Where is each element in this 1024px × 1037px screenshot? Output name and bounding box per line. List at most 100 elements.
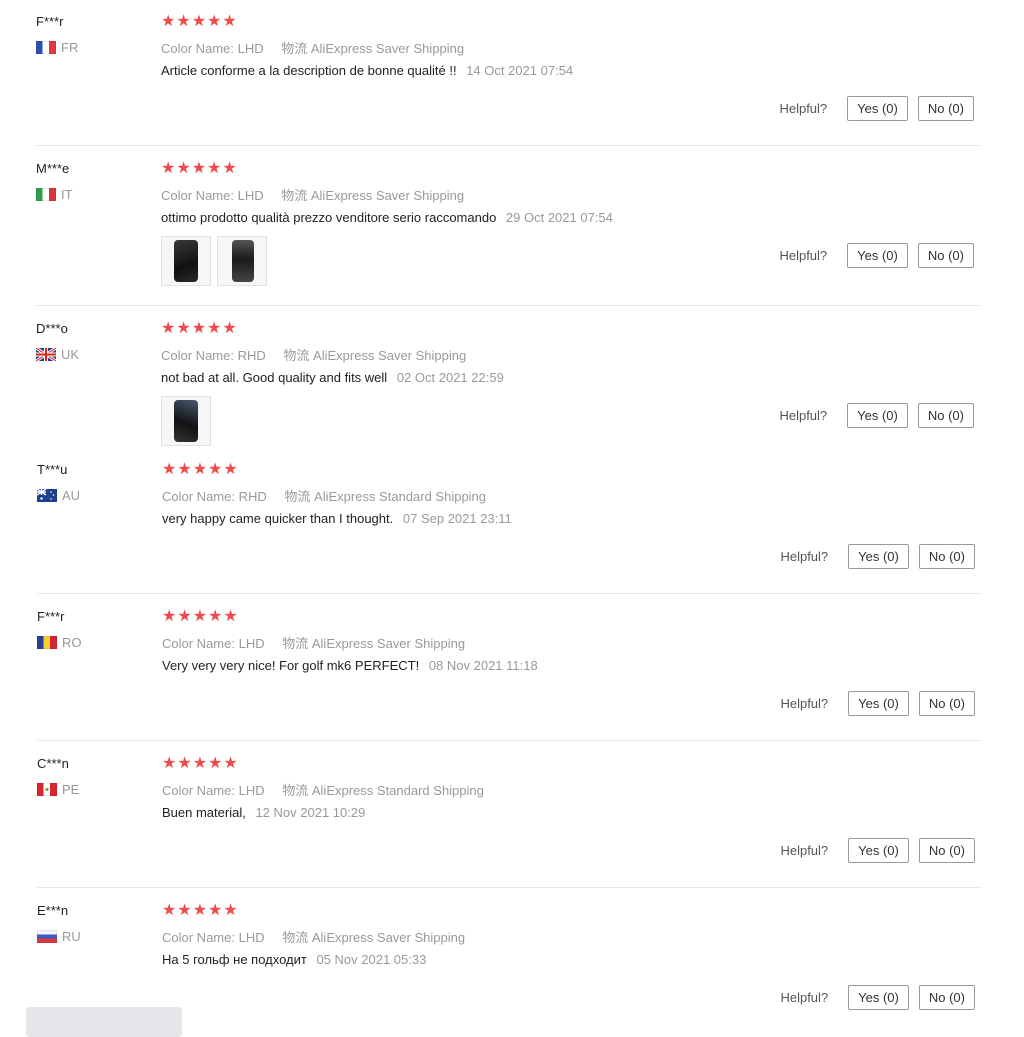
helpful-label: Helpful?: [779, 248, 828, 263]
review-text: very happy came quicker than I thought.: [162, 511, 394, 526]
color-name-value: LHD: [237, 41, 264, 56]
review-meta: Color Name: LHD 物流 AliExpress Saver Ship…: [161, 185, 464, 204]
helpful-no-button[interactable]: No (0): [917, 96, 974, 121]
helpful-section: Helpful? Yes (0) No (0): [780, 544, 975, 569]
shipping-value: AliExpress Saver Shipping: [310, 41, 465, 56]
helpful-label: Helpful?: [779, 101, 828, 116]
helpful-yes-button[interactable]: Yes (0): [847, 243, 908, 268]
review-text: Very very very nice! For golf mk6 PERFEC…: [162, 658, 420, 673]
star-rating: ★★★★★: [161, 160, 238, 177]
shipping-label: 物流: [282, 783, 309, 798]
reviewer-country: RO: [37, 635, 82, 650]
color-name-value: LHD: [238, 783, 265, 798]
review-content: На 5 гольф не подходит 05 Nov 2021 05:33: [162, 952, 426, 967]
color-name-label: Color Name:: [162, 489, 235, 504]
review-date: 05 Nov 2021 05:33: [316, 952, 427, 967]
review-date: 08 Nov 2021 11:18: [428, 658, 538, 673]
helpful-section: Helpful? Yes (0) No (0): [780, 691, 975, 716]
shipping-label: 物流: [282, 930, 309, 945]
shipping-value: AliExpress Saver Shipping: [311, 930, 466, 945]
helpful-yes-button[interactable]: Yes (0): [848, 544, 909, 569]
reviewer-name: M***e: [36, 161, 70, 176]
reviewer-country: IT: [36, 187, 73, 202]
helpful-section: Helpful? Yes (0) No (0): [779, 243, 974, 268]
shipping-value: AliExpress Saver Shipping: [310, 188, 465, 203]
review-date: 29 Oct 2021 07:54: [505, 210, 613, 225]
shipping-label: 物流: [284, 489, 311, 504]
flag-pe-icon: [37, 783, 57, 796]
color-name-label: Color Name:: [161, 348, 234, 363]
helpful-no-button[interactable]: No (0): [918, 838, 975, 863]
helpful-no-button[interactable]: No (0): [917, 403, 974, 428]
review-meta: Color Name: LHD 物流 AliExpress Saver Ship…: [161, 38, 464, 57]
review-content: Buen material, 12 Nov 2021 10:29: [162, 805, 365, 820]
review-date: 07 Sep 2021 23:11: [402, 511, 512, 526]
review-date: 12 Nov 2021 10:29: [255, 805, 366, 820]
bottom-scroll-bar[interactable]: [26, 1007, 182, 1037]
helpful-label: Helpful?: [780, 990, 829, 1005]
color-name-label: Color Name:: [162, 783, 235, 798]
country-code: IT: [61, 187, 73, 202]
country-code: PE: [62, 782, 80, 797]
review-image-thumbnail[interactable]: [161, 396, 211, 446]
reviewer-country: AU: [37, 488, 80, 503]
helpful-no-button[interactable]: No (0): [918, 691, 975, 716]
shipping-label: 物流: [282, 636, 309, 651]
helpful-yes-button[interactable]: Yes (0): [848, 985, 909, 1010]
reviewer-country: RU: [37, 929, 81, 944]
star-rating: ★★★★★: [162, 461, 239, 478]
helpful-yes-button[interactable]: Yes (0): [847, 403, 908, 428]
reviewer-name: F***r: [36, 14, 64, 29]
review-item: D***o UK ★★★★★ Color Name: RHD 物流 AliExp…: [36, 321, 981, 451]
review-text: Buen material,: [162, 805, 246, 820]
helpful-label: Helpful?: [780, 549, 829, 564]
review-meta: Color Name: RHD 物流 AliExpress Saver Ship…: [161, 345, 466, 364]
helpful-no-button[interactable]: No (0): [918, 544, 975, 569]
helpful-label: Helpful?: [780, 843, 829, 858]
star-rating: ★★★★★: [161, 320, 238, 337]
shipping-label: 物流: [281, 188, 308, 203]
reviewer-country: FR: [36, 40, 78, 55]
review-content: not bad at all. Good quality and fits we…: [161, 370, 504, 385]
review-content: Article conforme a la description de bon…: [161, 63, 573, 78]
country-code: RO: [62, 635, 82, 650]
review-content: very happy came quicker than I thought. …: [162, 511, 512, 526]
helpful-section: Helpful? Yes (0) No (0): [779, 96, 974, 121]
star-rating: ★★★★★: [162, 902, 239, 919]
review-text: На 5 гольф не подходит: [162, 952, 307, 967]
helpful-section: Helpful? Yes (0) No (0): [779, 403, 974, 428]
review-meta: Color Name: LHD 物流 AliExpress Saver Ship…: [162, 927, 465, 946]
star-rating: ★★★★★: [161, 13, 238, 30]
color-name-value: LHD: [237, 188, 264, 203]
review-images: [161, 236, 267, 286]
color-name-value: RHD: [238, 489, 267, 504]
color-name-value: LHD: [238, 636, 265, 651]
review-date: 02 Oct 2021 22:59: [396, 370, 504, 385]
helpful-no-button[interactable]: No (0): [918, 985, 975, 1010]
color-name-value: LHD: [238, 930, 265, 945]
reviewer-name: C***n: [37, 756, 69, 771]
helpful-yes-button[interactable]: Yes (0): [848, 838, 909, 863]
color-name-label: Color Name:: [161, 188, 234, 203]
helpful-section: Helpful? Yes (0) No (0): [780, 838, 975, 863]
review-text: not bad at all. Good quality and fits we…: [161, 370, 388, 385]
color-name-label: Color Name:: [162, 636, 235, 651]
review-date: 14 Oct 2021 07:54: [466, 63, 574, 78]
flag-ro-icon: [37, 636, 57, 649]
helpful-no-button[interactable]: No (0): [917, 243, 974, 268]
review-text: ottimo prodotto qualità prezzo venditore…: [161, 210, 497, 225]
review-text: Article conforme a la description de bon…: [161, 63, 457, 78]
review-item: E***n RU ★★★★★ Color Name: LHD 物流 AliExp…: [37, 903, 982, 1024]
review-item: C***n PE ★★★★★ Color Name: LHD 物流 AliExp…: [37, 756, 982, 888]
review-content: Very very very nice! For golf mk6 PERFEC…: [162, 658, 538, 673]
country-code: AU: [62, 488, 81, 503]
review-meta: Color Name: LHD 物流 AliExpress Standard S…: [162, 780, 484, 799]
color-name-label: Color Name:: [161, 41, 234, 56]
helpful-yes-button[interactable]: Yes (0): [848, 691, 909, 716]
review-image-thumbnail[interactable]: [161, 236, 211, 286]
helpful-label: Helpful?: [780, 696, 829, 711]
reviewer-name: D***o: [36, 321, 68, 336]
helpful-yes-button[interactable]: Yes (0): [847, 96, 908, 121]
review-image-thumbnail[interactable]: [217, 236, 267, 286]
review-item: F***r RO ★★★★★ Color Name: LHD 物流 AliExp…: [37, 609, 982, 741]
